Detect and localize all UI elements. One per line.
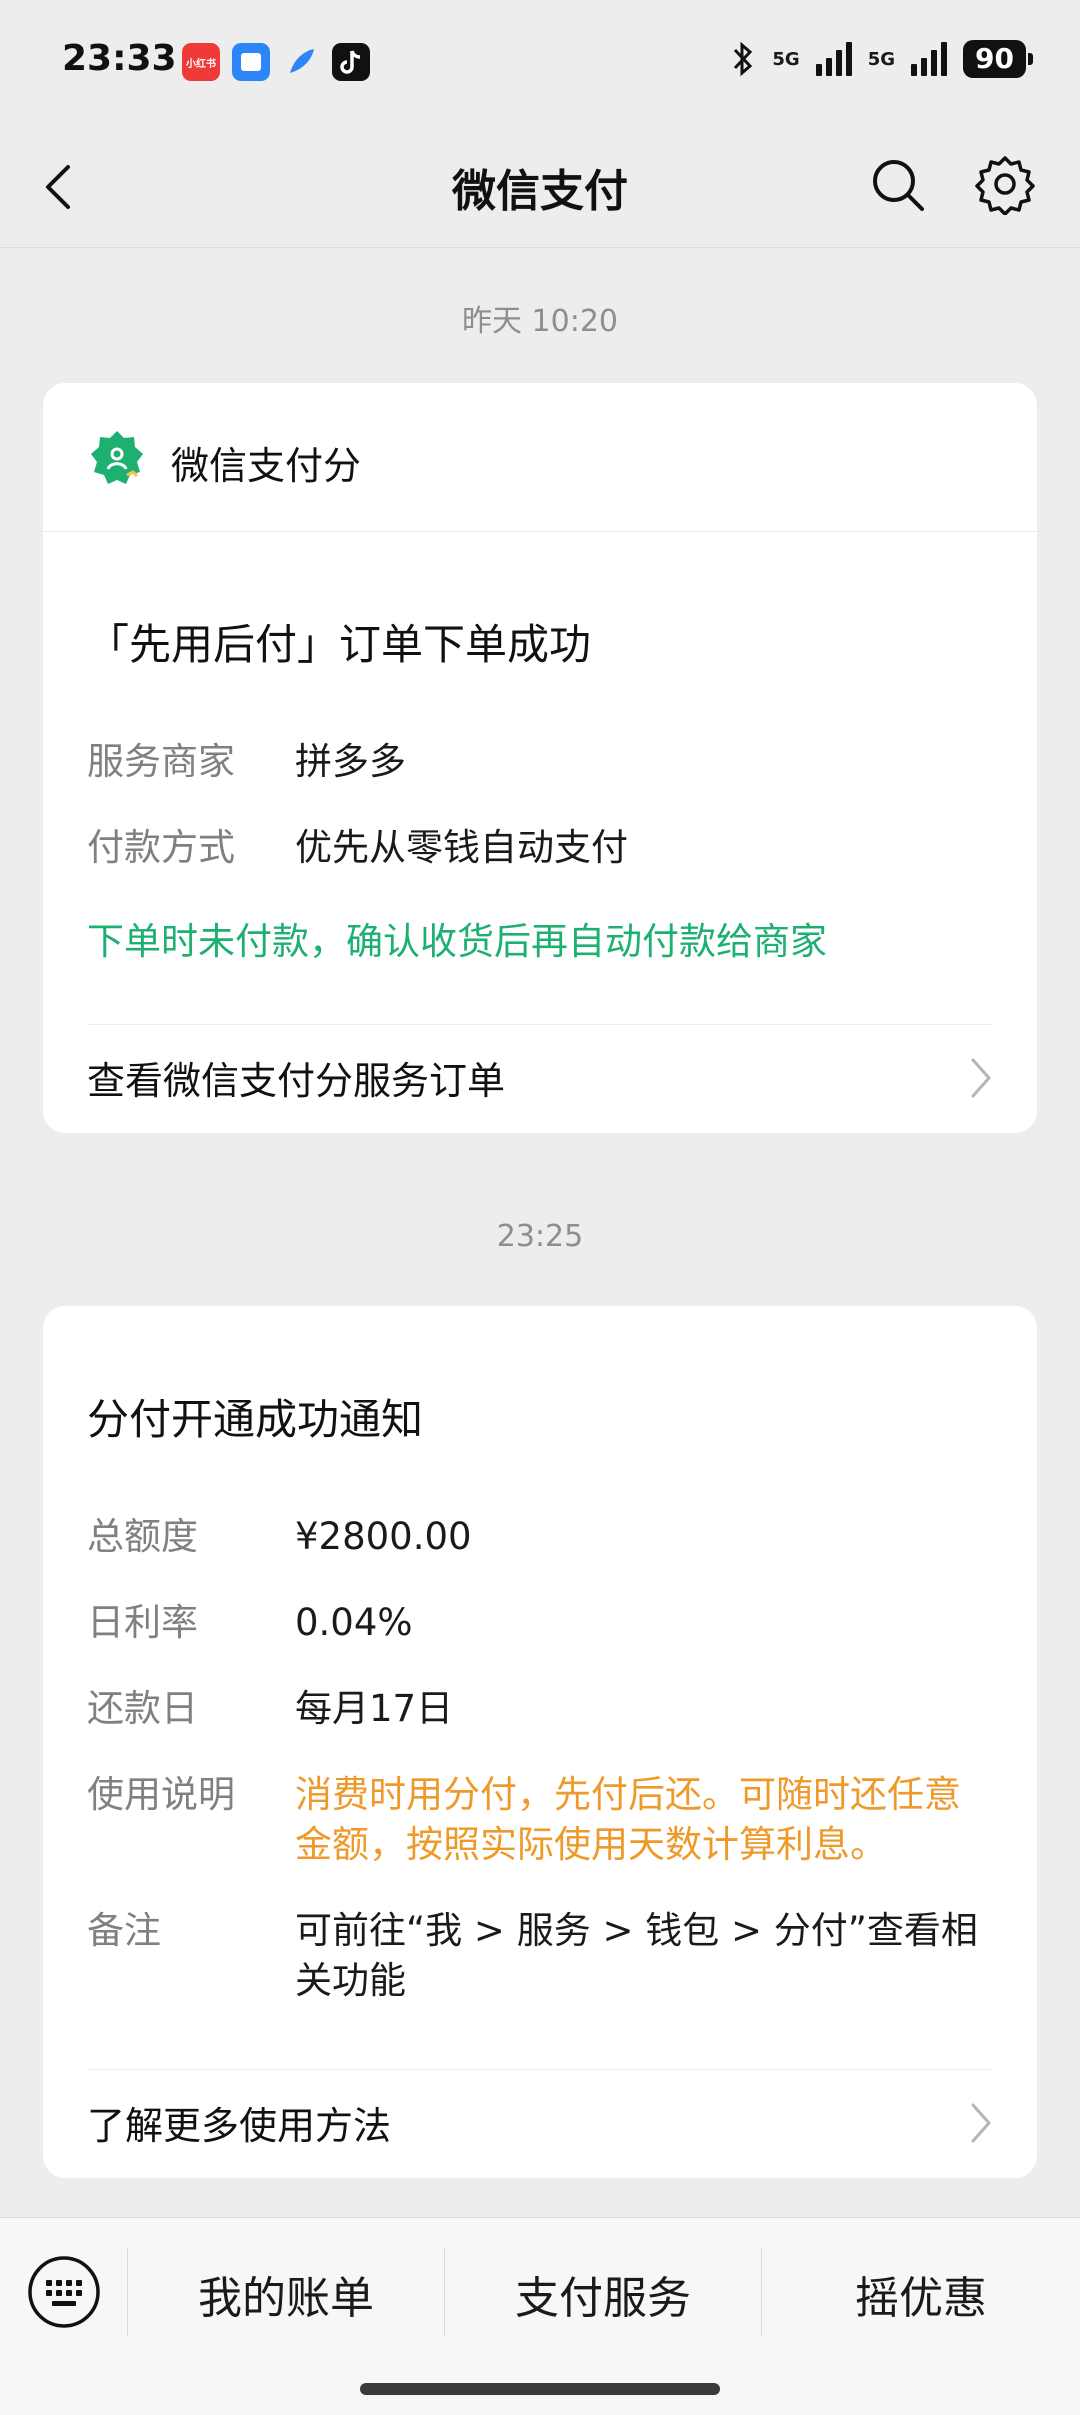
- tab-my-bill[interactable]: 我的账单: [128, 2262, 444, 2326]
- files-icon: [232, 43, 270, 81]
- home-indicator[interactable]: [360, 2383, 720, 2395]
- card-title: 分付开通成功通知: [87, 1395, 424, 1444]
- row-label: 总额度: [87, 1515, 198, 1558]
- battery-indicator: 90: [963, 40, 1033, 78]
- row-value: 0.04%: [295, 1601, 413, 1644]
- signal-bars-2-icon: [911, 42, 948, 76]
- signal-bars-1-icon: [815, 42, 852, 76]
- brand-name: 微信支付分: [171, 444, 362, 488]
- card-title: 「先用后付」订单下单成功: [87, 620, 592, 669]
- xiaohongshu-icon: 小红书: [182, 43, 220, 81]
- row-value: 拼多多: [295, 740, 406, 783]
- notification-app-icons: 小红书: [182, 43, 370, 81]
- message-card-pay-score[interactable]: 微信支付分 「先用后付」订单下单成功 服务商家 拼多多 付款方式 优先从零钱自动…: [43, 383, 1037, 1133]
- tiktok-icon: [332, 43, 370, 81]
- learn-more-link[interactable]: 了解更多使用方法: [87, 2069, 993, 2178]
- row-label: 使用说明: [87, 1773, 235, 1816]
- wechat-pay-score-icon: [91, 431, 143, 484]
- row-label: 服务商家: [87, 740, 235, 783]
- row-label: 备注: [87, 1909, 161, 1952]
- chevron-right-icon: [971, 2103, 992, 2143]
- card-header: 微信支付分: [43, 383, 1037, 532]
- row-value: 优先从零钱自动支付: [295, 826, 628, 869]
- message-timestamp: 昨天 10:20: [462, 304, 618, 339]
- feather-icon: [282, 43, 320, 81]
- message-timestamp: 23:25: [496, 1219, 584, 1254]
- row-value: 每月17日: [295, 1687, 454, 1730]
- payment-note: 下单时未付款，确认收货后再自动付款给商家: [87, 920, 827, 963]
- link-text: 查看微信支付分服务订单: [87, 1059, 506, 1103]
- status-time: 23:33: [62, 38, 177, 79]
- tab-shake-discount[interactable]: 摇优惠: [762, 2262, 1080, 2326]
- signal-type-2: 5G: [867, 48, 896, 70]
- view-order-link[interactable]: 查看微信支付分服务订单: [87, 1024, 993, 1133]
- row-value: ¥2800.00: [295, 1515, 472, 1558]
- nav-bar: 微信支付: [0, 125, 1080, 248]
- bluetooth-icon: [734, 41, 753, 77]
- tab-payment-service[interactable]: 支付服务: [445, 2262, 761, 2326]
- message-card-fenfu[interactable]: 分付开通成功通知 总额度 ¥2800.00 日利率 0.04% 还款日 每月17…: [43, 1306, 1037, 2178]
- signal-type-1: 5G: [772, 48, 800, 70]
- row-label: 还款日: [87, 1687, 198, 1730]
- usage-description: 消费时用分付，先付后还。可随时还任意金额，按照实际使用天数计算利息。: [295, 1773, 961, 1866]
- bottom-menu-bar: 我的账单 支付服务 摇优惠: [0, 2217, 1080, 2415]
- row-label: 付款方式: [87, 826, 235, 869]
- row-value: 可前往“我 > 服务 > 钱包 > 分付”查看相关功能: [295, 1909, 978, 2002]
- status-bar: 23:33 小红书 5G 5G 90: [0, 0, 1080, 125]
- link-text: 了解更多使用方法: [87, 2104, 392, 2148]
- keyboard-icon[interactable]: [26, 2254, 102, 2330]
- chevron-right-icon: [971, 1058, 992, 1098]
- gear-icon[interactable]: [974, 153, 1036, 215]
- status-indicators: 5G 5G 90: [730, 40, 1033, 78]
- row-label: 日利率: [87, 1601, 198, 1644]
- search-icon[interactable]: [868, 155, 928, 215]
